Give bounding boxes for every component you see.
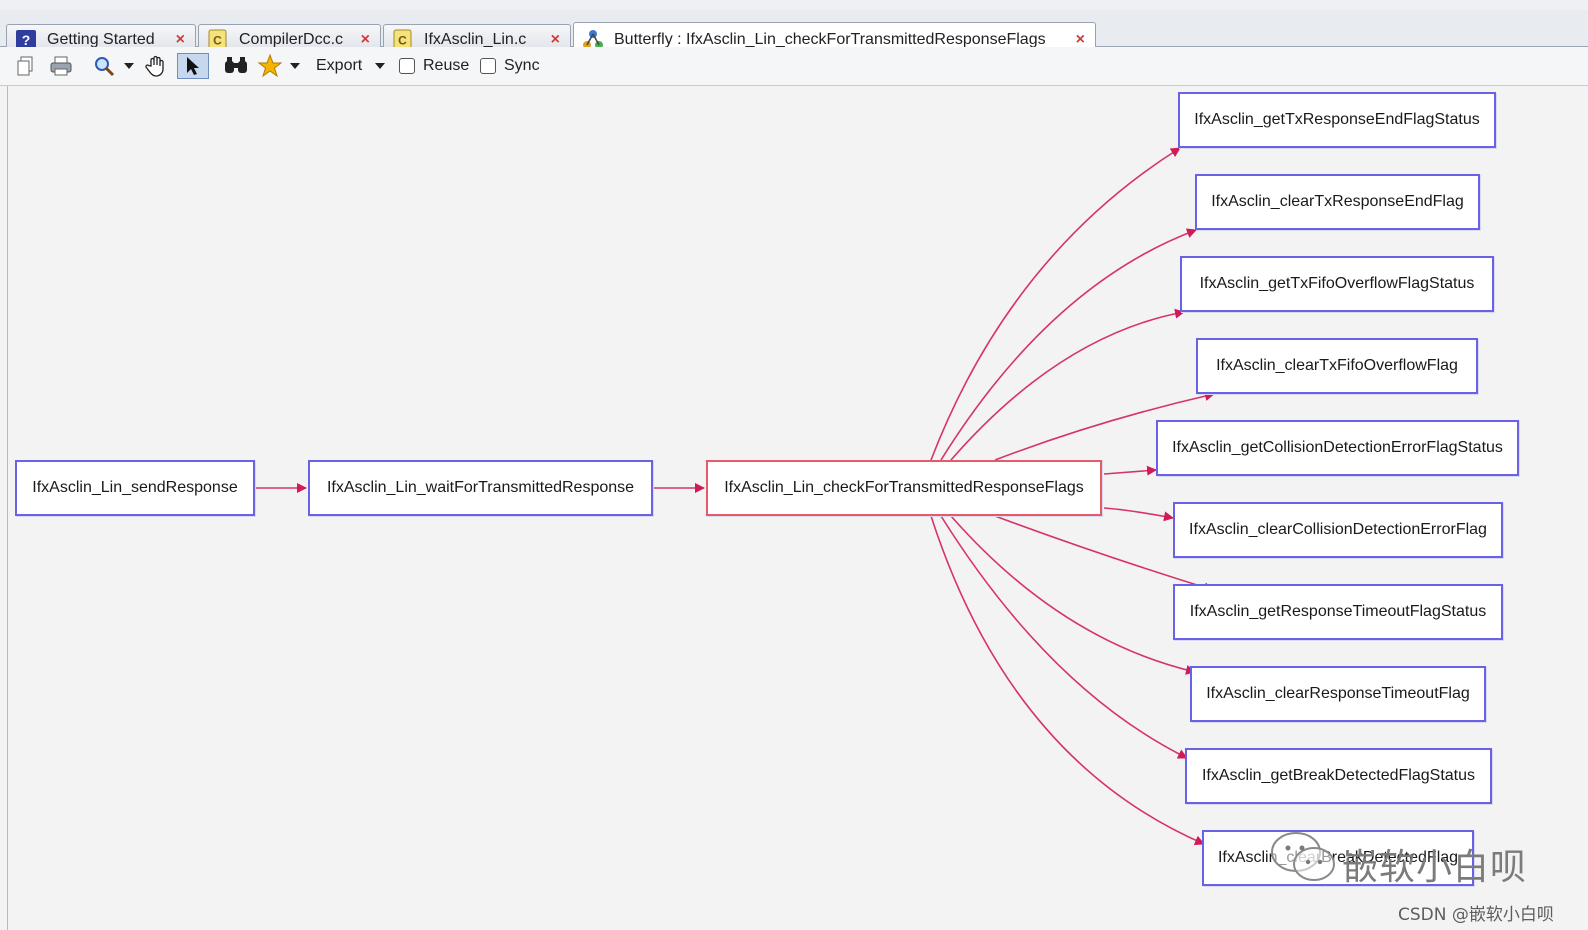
node-label: IfxAsclin_Lin_waitForTransmittedResponse [326, 479, 635, 496]
node-label: IfxAsclin_clearResponseTimeoutFlag [1206, 685, 1470, 702]
node-label: IfxAsclin_getBreakDetectedFlagStatus [1201, 767, 1476, 784]
wechat-logo-icon [1271, 832, 1335, 881]
callee-node[interactable]: IfxAsclin_getCollisionDetectionErrorFlag… [1156, 420, 1519, 476]
node-label: IfxAsclin_Lin_sendResponse [32, 479, 238, 496]
node-label: IfxAsclin_getCollisionDetectionErrorFlag… [1172, 439, 1503, 456]
call-edge [950, 515, 1196, 675]
watermark-brand: 嵌软小白呗 [1342, 847, 1528, 888]
callee-node[interactable]: IfxAsclin_clearTxResponseEndFlag [1195, 174, 1480, 230]
call-edge [940, 515, 1188, 759]
callee-node[interactable]: IfxAsclin_getBreakDetectedFlagStatus [1185, 748, 1492, 804]
caller-node-send-response[interactable]: IfxAsclin_Lin_sendResponse [15, 460, 255, 516]
node-label: IfxAsclin_Lin_checkForTransmittedRespons… [724, 479, 1084, 496]
call-edge [950, 308, 1185, 461]
call-edge [930, 147, 1181, 461]
call-edge [1103, 507, 1174, 522]
node-label: IfxAsclin_getResponseTimeoutFlagStatus [1189, 603, 1487, 620]
node-label: IfxAsclin_clearTxFifoOverflowFlag [1216, 357, 1458, 374]
node-label: IfxAsclin_getTxResponseEndFlagStatus [1194, 111, 1480, 128]
call-edge [1103, 465, 1157, 476]
node-label: IfxAsclin_clearTxResponseEndFlag [1211, 193, 1464, 210]
caller-node-wait-for-transmitted-response[interactable]: IfxAsclin_Lin_waitForTransmittedResponse [308, 460, 653, 516]
callee-node[interactable]: IfxAsclin_clearTxFifoOverflowFlag [1196, 338, 1478, 394]
watermark-credit: CSDN @嵌软小白呗 [1398, 905, 1554, 925]
center-node-check-for-transmitted-response-flags[interactable]: IfxAsclin_Lin_checkForTransmittedRespons… [706, 460, 1102, 516]
callee-node[interactable]: IfxAsclin_clearCollisionDetectionErrorFl… [1173, 502, 1503, 558]
callee-node[interactable]: IfxAsclin_getTxFifoOverflowFlagStatus [1180, 256, 1494, 312]
call-edge [930, 515, 1205, 846]
callee-node[interactable]: IfxAsclin_clearResponseTimeoutFlag [1190, 666, 1486, 722]
node-label: IfxAsclin_clearCollisionDetectionErrorFl… [1189, 521, 1487, 538]
node-label: IfxAsclin_getTxFifoOverflowFlagStatus [1199, 275, 1475, 292]
callee-node[interactable]: IfxAsclin_getTxResponseEndFlagStatus [1178, 92, 1496, 148]
callee-node[interactable]: IfxAsclin_getResponseTimeoutFlagStatus [1173, 584, 1503, 640]
